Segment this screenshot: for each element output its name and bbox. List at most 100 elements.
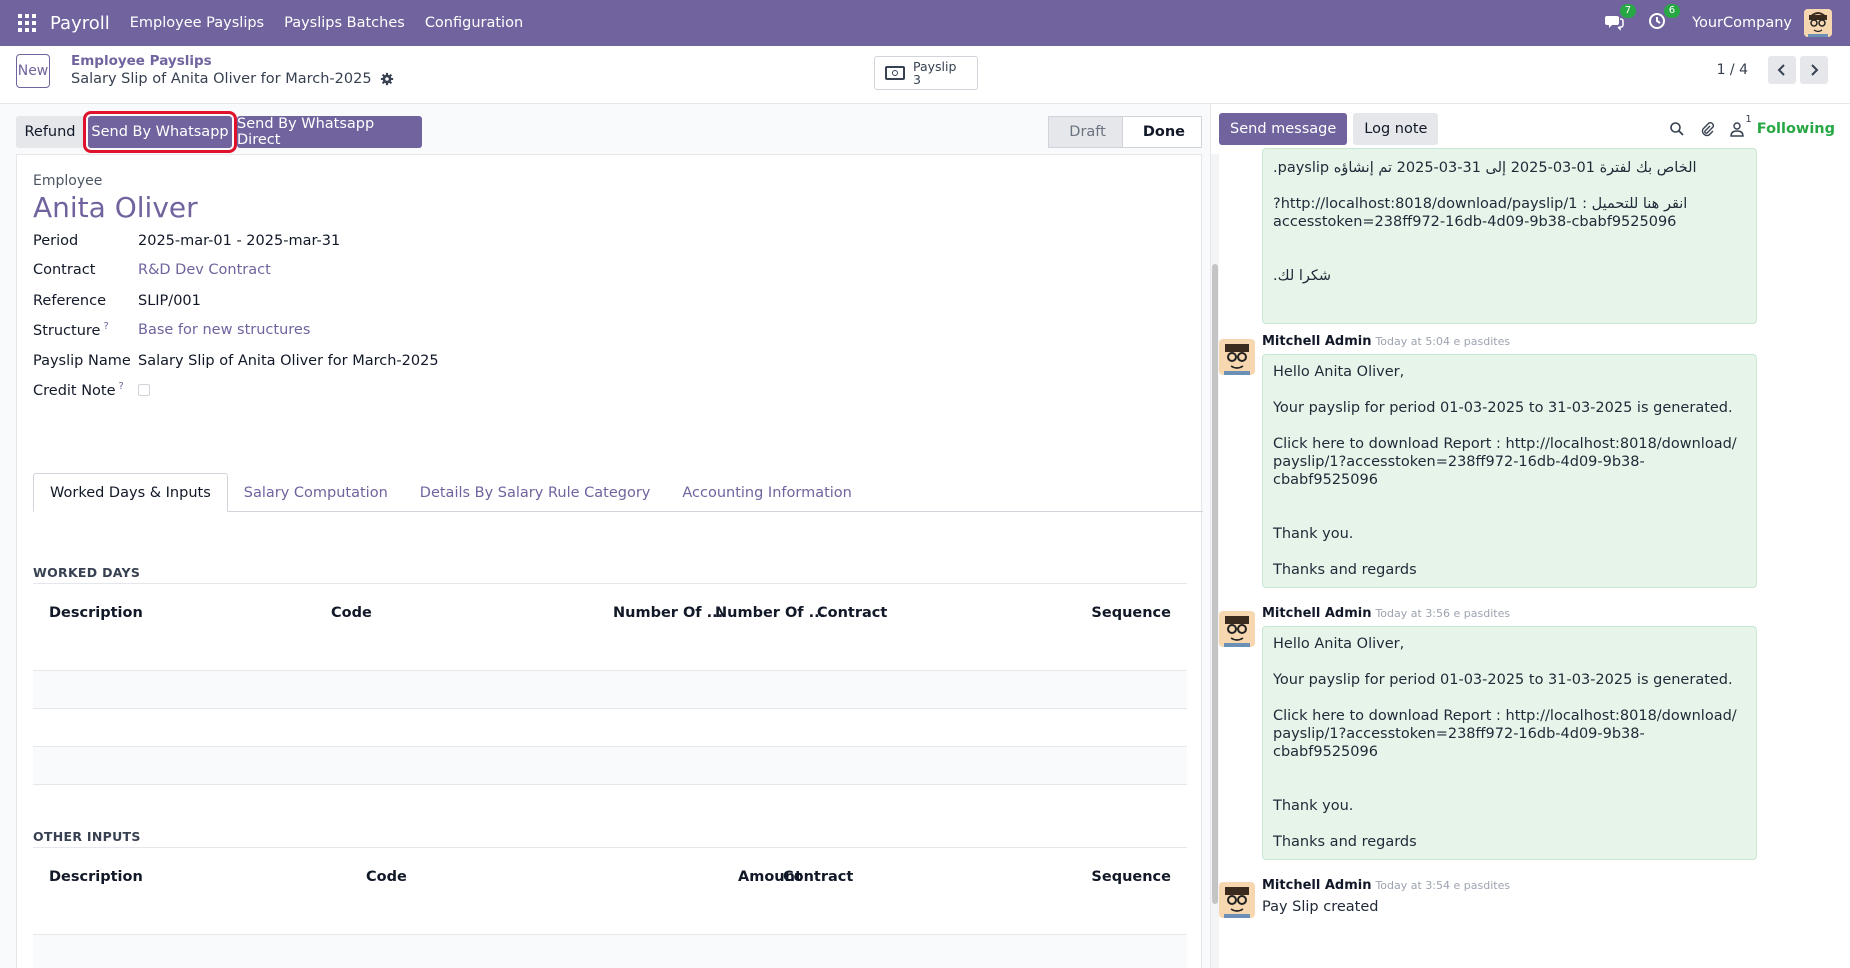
message-line: Thanks and regards	[1273, 562, 1417, 578]
messages-icon[interactable]: 7	[1604, 4, 1637, 34]
col-sequence[interactable]: Sequence	[1091, 605, 1171, 621]
new-button[interactable]: New	[16, 54, 50, 88]
send-message-button[interactable]: Send message	[1219, 113, 1348, 145]
field-credit-note: Credit Note?	[33, 379, 733, 401]
col-code[interactable]: Code	[331, 605, 372, 621]
message-line: accesstoken=238ff972-16db-4d09-9b38-cbab…	[1273, 214, 1677, 230]
message-author[interactable]: Mitchell Admin Today at 5:04 e pasdites	[1262, 334, 1510, 349]
tab-worked-days-inputs[interactable]: Worked Days & Inputs	[33, 473, 228, 512]
col-code[interactable]: Code	[366, 869, 407, 885]
field-label: Contract	[33, 262, 96, 278]
author-avatar[interactable]	[1219, 882, 1255, 918]
chatter-topbar: Send message Log note 1 Following	[1211, 104, 1850, 154]
author-avatar[interactable]	[1219, 611, 1255, 647]
help-icon[interactable]: ?	[119, 381, 124, 392]
worked-days-title: WORKED DAYS	[33, 565, 141, 580]
payslip-name-value[interactable]: Salary Slip of Anita Oliver for March-20…	[138, 353, 439, 369]
author-avatar[interactable]	[1219, 339, 1255, 375]
tab-accounting-information[interactable]: Accounting Information	[666, 473, 868, 512]
search-icon[interactable]	[1669, 121, 1685, 137]
money-icon	[885, 66, 905, 80]
other-inputs-title: OTHER INPUTS	[33, 829, 141, 844]
message-line: الخاص بك لفترة 01-03-2025 إلى 31-03-2025…	[1273, 160, 1697, 176]
activities-badge: 6	[1663, 4, 1681, 18]
message-line: Your payslip for period 01-03-2025 to 31…	[1273, 400, 1733, 416]
menu-configuration[interactable]: Configuration	[425, 15, 523, 31]
send-by-whatsapp-button[interactable]: Send By Whatsapp	[83, 111, 237, 153]
message-time: Today at 3:54 e pasdites	[1375, 879, 1511, 892]
payslip-smart-button[interactable]: Payslip 3	[874, 56, 978, 90]
tab-salary-computation[interactable]: Salary Computation	[228, 473, 404, 512]
field-label: Structure?	[33, 321, 109, 339]
menu-payslips-batches[interactable]: Payslips Batches	[284, 15, 405, 31]
apps-menu-icon[interactable]	[18, 14, 36, 32]
help-icon[interactable]: ?	[103, 321, 108, 332]
message-bubble: Hello Anita Oliver, Your payslip for per…	[1262, 626, 1757, 860]
table-row[interactable]	[33, 747, 1187, 785]
send-by-whatsapp-direct-button[interactable]: Send By Whatsapp Direct	[237, 116, 422, 148]
table-row[interactable]	[33, 633, 1187, 671]
activities-clock-icon[interactable]: 6	[1648, 4, 1681, 34]
following-button[interactable]: Following	[1757, 121, 1835, 137]
control-panel: New Employee Payslips Salary Slip of Ani…	[0, 46, 1850, 104]
message-text: Pay Slip created	[1262, 899, 1379, 915]
contract-link[interactable]: R&D Dev Contract	[138, 262, 271, 278]
table-row[interactable]	[33, 897, 1187, 935]
worked-days-header: Description Code Number Of ... Number Of…	[33, 597, 1187, 633]
smart-button-count: 3	[913, 72, 921, 87]
col-contract[interactable]: Contract	[783, 869, 853, 885]
tab-details-by-salary-rule-category[interactable]: Details By Salary Rule Category	[404, 473, 667, 512]
breadcrumb-parent[interactable]: Employee Payslips	[71, 53, 212, 69]
pager-previous-button[interactable]	[1768, 56, 1796, 84]
field-payslip-name: Payslip Name Salary Slip of Anita Oliver…	[33, 350, 733, 372]
company-switcher[interactable]: YourCompany	[1692, 15, 1792, 31]
table-row[interactable]	[33, 671, 1187, 709]
field-label: Reference	[33, 293, 107, 309]
col-contract[interactable]: Contract	[817, 605, 887, 621]
message-line: انقر هنا للتحميل : http://localhost:8018…	[1273, 196, 1688, 212]
structure-link[interactable]: Base for new structures	[138, 322, 310, 338]
message-time: Today at 3:56 e pasdites	[1375, 607, 1511, 620]
employee-name[interactable]: Anita Oliver	[33, 191, 198, 224]
log-note-button[interactable]: Log note	[1353, 113, 1439, 145]
chatter-scrollbar[interactable]	[1211, 154, 1219, 968]
paperclip-icon[interactable]	[1699, 121, 1715, 137]
followers-icon[interactable]: 1	[1729, 114, 1752, 137]
message-line: Your payslip for period 01-03-2025 to 31…	[1273, 672, 1733, 688]
col-sequence[interactable]: Sequence	[1091, 869, 1171, 885]
followers-count: 1	[1745, 114, 1752, 125]
field-label: Period	[33, 233, 79, 249]
state-selector: Draft Done	[1048, 116, 1202, 148]
pager-value[interactable]: 1 / 4	[1717, 62, 1748, 78]
message-line: Hello Anita Oliver,	[1273, 636, 1405, 652]
gear-icon[interactable]	[380, 72, 394, 86]
message-author[interactable]: Mitchell Admin Today at 3:56 e pasdites	[1262, 606, 1510, 621]
employee-label: Employee	[33, 173, 103, 189]
table-row[interactable]	[33, 935, 1187, 968]
message-line: Click here to download Report : http://l…	[1273, 436, 1737, 452]
col-description[interactable]: Description	[49, 605, 143, 621]
message-line: payslip/1?accesstoken=238ff972-16db-4d09…	[1273, 726, 1645, 760]
period-value[interactable]: 2025-mar-01 - 2025-mar-31	[138, 233, 340, 249]
table-row[interactable]	[33, 709, 1187, 747]
refund-button[interactable]: Refund	[16, 116, 84, 148]
col-number-of-hours[interactable]: Number Of ...	[715, 605, 825, 621]
section-separator	[33, 847, 1187, 848]
pager: 1 / 4	[1717, 56, 1828, 84]
app-name[interactable]: Payroll	[50, 13, 110, 34]
message-author[interactable]: Mitchell Admin Today at 3:54 e pasdites	[1262, 878, 1510, 893]
state-done[interactable]: Done	[1122, 116, 1202, 148]
message-line: Thanks and regards	[1273, 834, 1417, 850]
col-number-of-days[interactable]: Number Of ...	[613, 605, 723, 621]
state-draft[interactable]: Draft	[1048, 116, 1123, 148]
reference-value[interactable]: SLIP/001	[138, 293, 201, 309]
pager-next-button[interactable]	[1800, 56, 1828, 84]
chevron-left-icon	[1777, 64, 1785, 76]
col-description[interactable]: Description	[49, 869, 143, 885]
menu-employee-payslips[interactable]: Employee Payslips	[130, 15, 264, 31]
field-reference: Reference SLIP/001	[33, 290, 733, 312]
message-line: payslip/1?accesstoken=238ff972-16db-4d09…	[1273, 454, 1645, 488]
scrollbar-thumb[interactable]	[1212, 264, 1218, 904]
credit-note-checkbox[interactable]	[138, 384, 150, 396]
user-avatar[interactable]	[1804, 9, 1832, 37]
